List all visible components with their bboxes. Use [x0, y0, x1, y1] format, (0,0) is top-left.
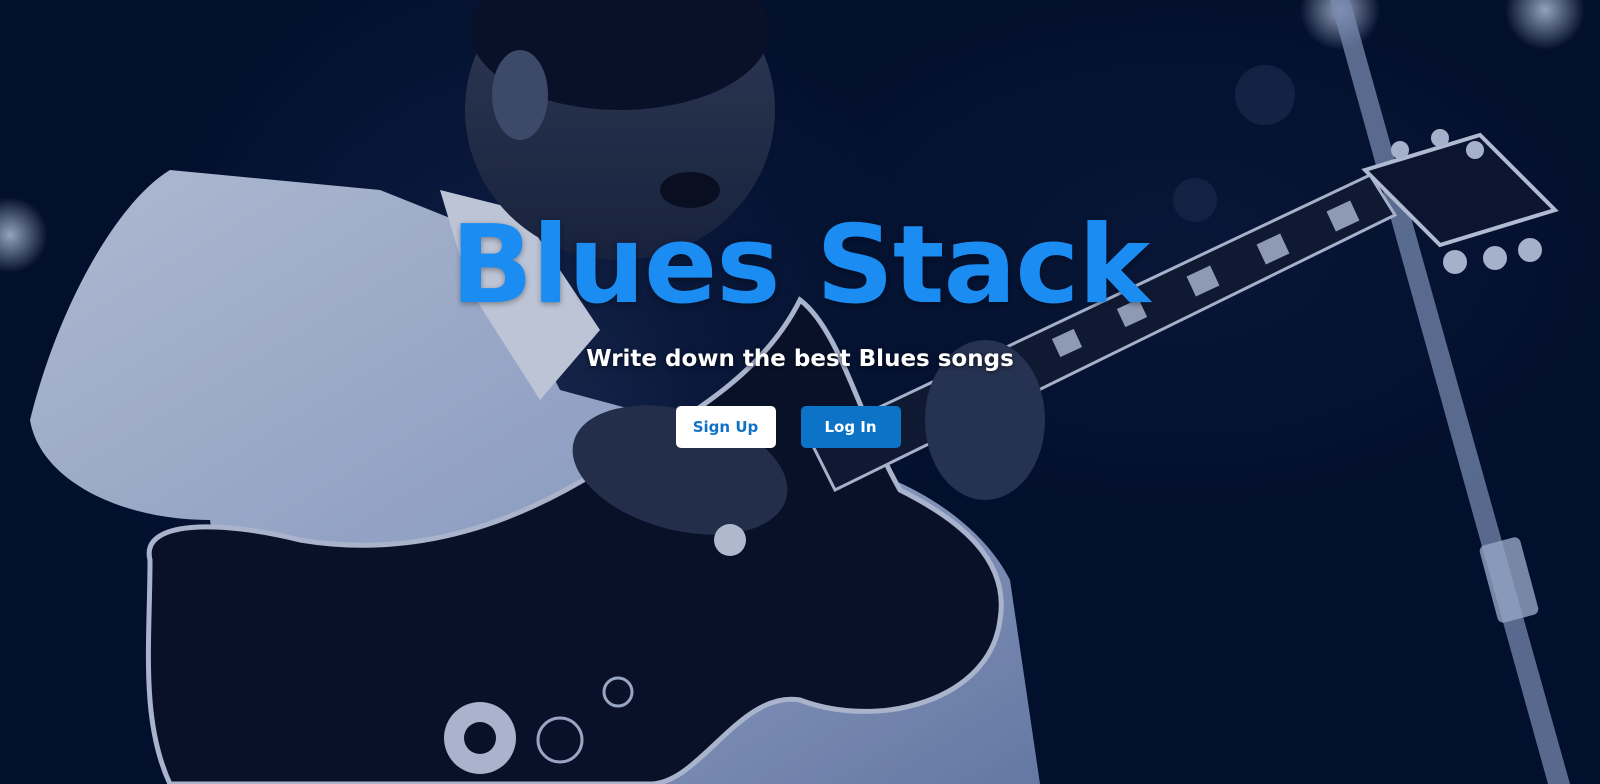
image-tint-overlay: [0, 0, 1600, 784]
page-title: Blues Stack: [450, 203, 1151, 328]
log-in-button[interactable]: Log In: [800, 406, 901, 448]
sign-up-button[interactable]: Sign Up: [675, 406, 776, 448]
auth-buttons: Sign Up Log In: [0, 406, 1600, 448]
hero-section: Blues Stack Write down the best Blues so…: [0, 0, 1600, 784]
hero-subtitle: Write down the best Blues songs: [586, 346, 1014, 372]
